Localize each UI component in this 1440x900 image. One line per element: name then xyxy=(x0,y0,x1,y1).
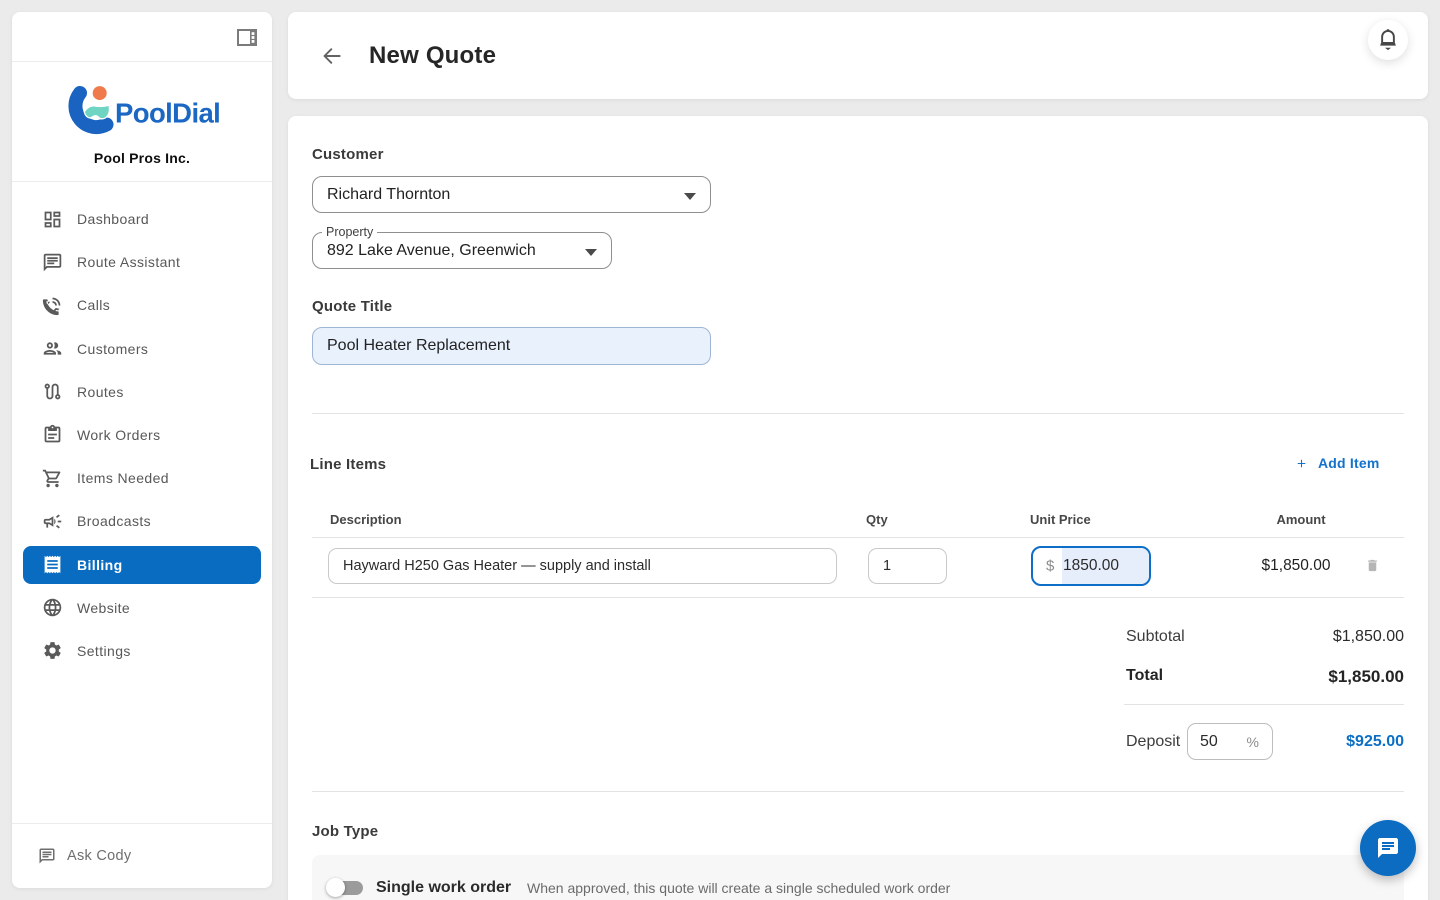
svg-text:PoolDial: PoolDial xyxy=(115,98,220,129)
